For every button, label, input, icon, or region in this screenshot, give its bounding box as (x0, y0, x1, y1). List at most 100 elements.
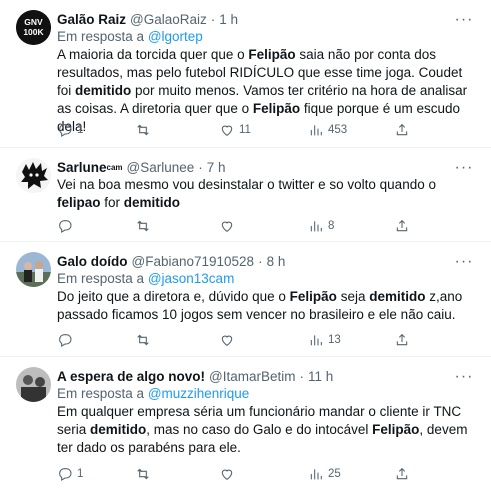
reply-to-link[interactable]: @jason13cam (148, 271, 235, 286)
view-count: 453 (328, 124, 348, 136)
retweet-icon (137, 334, 149, 346)
view-count: 8 (328, 220, 335, 232)
heart-icon (221, 469, 233, 480)
text-segment: for (100, 195, 124, 210)
views-button[interactable]: 8 (308, 218, 334, 234)
highlighted-term: demitido (123, 195, 181, 210)
reply-to-link[interactable]: @muzzihenrique (148, 386, 250, 401)
author-name[interactable]: Galão Raiz (57, 11, 126, 29)
avatar-text-2: 100K (23, 27, 44, 37)
avatar[interactable] (16, 367, 51, 402)
reply-icon (59, 334, 72, 347)
reply-context: Em resposta a @jason13cam (57, 270, 234, 288)
action-bar: 1 11 453 (57, 120, 417, 140)
more-icon[interactable]: ··· (455, 253, 473, 271)
retweet-icon (137, 124, 149, 136)
views-icon (310, 335, 322, 346)
reply-button[interactable]: 1 (57, 466, 83, 482)
reply-button[interactable]: 1 (57, 122, 83, 138)
author-name[interactable]: Galo doído (57, 253, 128, 271)
highlighted-term: Felipão (372, 422, 420, 437)
more-icon[interactable]: ··· (455, 159, 473, 177)
like-button[interactable] (219, 466, 239, 482)
heart-icon (221, 335, 233, 346)
reply-prefix: Em resposta a (57, 271, 145, 286)
highlighted-term: demitido (90, 422, 147, 437)
reply-prefix: Em resposta a (57, 386, 145, 401)
author-handle[interactable]: @ItamarBetim (209, 368, 295, 386)
timestamp[interactable]: 11 h (308, 368, 333, 386)
share-icon (396, 467, 408, 480)
text-segment: A maioria da torcida quer que o (57, 47, 249, 62)
separator-dot: · (299, 369, 305, 384)
like-button[interactable]: 11 (219, 122, 251, 138)
action-bar: 13 (57, 330, 417, 350)
like-button[interactable] (219, 332, 239, 348)
share-button[interactable] (394, 122, 410, 138)
tweet-header: A espera de algo novo! @ItamarBetim · 11… (57, 368, 451, 386)
tweet-text: Em qualquer empresa séria um funcionário… (57, 403, 469, 457)
retweet-button[interactable] (135, 122, 155, 138)
separator-dot: · (258, 254, 263, 269)
tweet-card[interactable]: A espera de algo novo! @ItamarBetim · 11… (0, 357, 491, 495)
retweet-icon (137, 220, 149, 232)
tweet-card[interactable]: GNV 100K Galão Raiz @GalaoRaiz · 1 h ···… (0, 0, 491, 148)
views-icon (310, 469, 322, 480)
avatar[interactable] (16, 158, 51, 193)
separator-dot: · (198, 160, 203, 175)
action-bar: 8 (57, 216, 417, 236)
timestamp[interactable]: 7 h (207, 159, 226, 177)
views-button[interactable]: 13 (308, 332, 341, 348)
action-bar: 1 25 (57, 464, 417, 484)
like-button[interactable] (219, 218, 239, 234)
author-name-suffix: cam (106, 163, 123, 172)
tweet-card[interactable]: Galo doído @Fabiano71910528 · 8 h ··· Em… (0, 242, 491, 357)
retweet-button[interactable] (135, 218, 155, 234)
share-button[interactable] (394, 218, 410, 234)
share-icon (396, 333, 408, 346)
tweet-text: Do jeito que a diretora e, dúvido que o … (57, 288, 469, 324)
reply-context: Em resposta a @muzzihenrique (57, 385, 249, 403)
tweet-header: Galão Raiz @GalaoRaiz · 1 h (57, 11, 451, 29)
reply-icon (59, 220, 72, 233)
tweet-card[interactable]: Sarlune cam @Sarlunee · 7 h ··· Vei na bo… (0, 148, 491, 242)
more-icon[interactable]: ··· (455, 11, 473, 29)
heart-icon (221, 221, 233, 232)
author-handle[interactable]: @Sarlunee (127, 159, 195, 177)
reply-button[interactable] (57, 332, 77, 348)
avatar[interactable]: GNV 100K (16, 10, 51, 45)
author-handle[interactable]: @GalaoRaiz (130, 11, 207, 29)
views-button[interactable]: 453 (308, 122, 347, 138)
avatar[interactable] (16, 252, 51, 287)
retweet-button[interactable] (135, 332, 155, 348)
author-name[interactable]: Sarlune (57, 159, 107, 177)
text-segment: Do jeito que a diretora e, dúvido que o (57, 289, 290, 304)
timestamp[interactable]: 8 h (267, 253, 286, 271)
share-button[interactable] (394, 466, 410, 482)
retweet-icon (137, 468, 149, 480)
author-handle[interactable]: @Fabiano71910528 (132, 253, 255, 271)
highlighted-term: Felipão (248, 47, 296, 62)
views-icon (310, 221, 322, 232)
share-button[interactable] (394, 332, 410, 348)
separator-dot: · (210, 12, 216, 27)
tweet-header: Galo doído @Fabiano71910528 · 8 h (57, 253, 451, 271)
timestamp[interactable]: 1 h (219, 11, 238, 29)
view-count: 25 (328, 468, 341, 480)
avatar-text-1: GNV (24, 17, 43, 27)
heart-icon (221, 125, 233, 136)
more-icon[interactable]: ··· (455, 368, 473, 386)
reply-button[interactable] (57, 218, 77, 234)
tweet-text: Vei na boa mesmo vou desinstalar o twitt… (57, 176, 469, 212)
retweet-button[interactable] (135, 466, 155, 482)
highlighted-term: Felipão (289, 289, 337, 304)
reply-prefix: Em resposta a (57, 29, 145, 44)
highlighted-term: felipao (57, 195, 101, 210)
view-count: 13 (328, 334, 341, 346)
highlighted-term: demitido (75, 83, 132, 98)
author-name[interactable]: A espera de algo novo! (57, 368, 205, 386)
views-icon (310, 125, 322, 136)
views-button[interactable]: 25 (308, 466, 341, 482)
reply-to-link[interactable]: @lgortep (148, 29, 203, 44)
highlighted-term: demitido (369, 289, 426, 304)
